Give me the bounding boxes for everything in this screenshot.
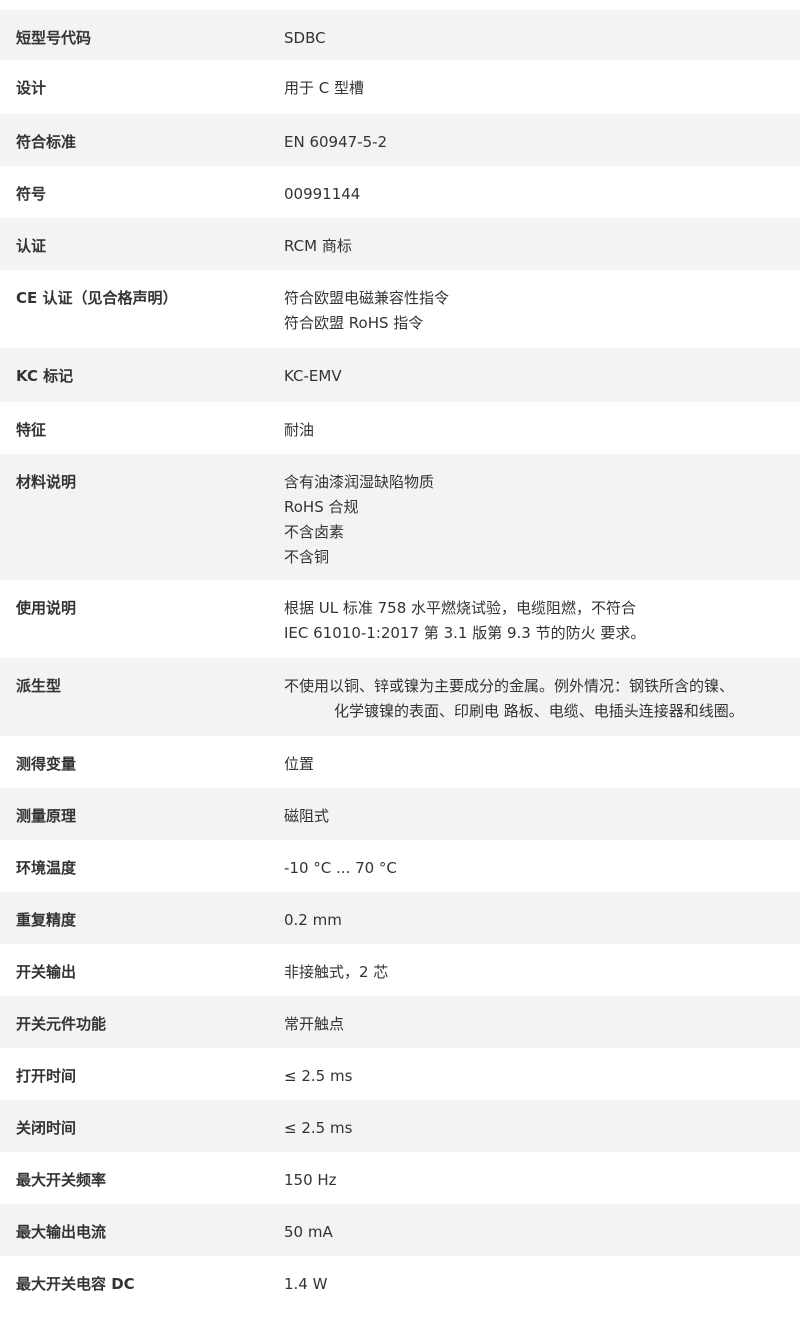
spec-value-line: 1.4 W (284, 1275, 328, 1293)
spec-value: 1.4 W (284, 1256, 800, 1297)
spec-label: 重复精度 (16, 911, 77, 929)
spec-value: KC-EMV (284, 348, 800, 389)
spec-value: RCM 商标 (284, 218, 800, 259)
spec-value-line: SDBC (284, 29, 326, 47)
spec-row: 短型号代码 SDBC (0, 10, 800, 60)
spec-label: 特征 (16, 421, 47, 439)
spec-value-line: RoHS 合规 (284, 498, 359, 516)
spec-value-line: ≤ 2.5 ms (284, 1119, 353, 1137)
spec-value: ≤ 2.5 ms (284, 1048, 800, 1089)
spec-row: 特征 耐油 (0, 402, 800, 454)
spec-value-line: 磁阻式 (284, 807, 330, 825)
spec-label: 认证 (16, 237, 47, 255)
spec-row: 材料说明 含有油漆润湿缺陷物质 RoHS 合规 不含卤素不含铜 (0, 454, 800, 580)
spec-label: 最大开关频率 (16, 1171, 107, 1189)
spec-value: 耐油 (284, 402, 800, 443)
spec-row: KC 标记 KC-EMV (0, 348, 800, 402)
spec-row: 使用说明 根据 UL 标准 758 水平燃烧试验，电缆阻燃，不符合 IEC 6101… (0, 580, 800, 658)
spec-label: 符合标准 (16, 133, 77, 151)
spec-value: 位置 (284, 736, 800, 777)
spec-row: 打开时间 ≤ 2.5 ms (0, 1048, 800, 1100)
spec-value-line: 不含卤素 (284, 523, 345, 541)
spec-label: 派生型 (16, 677, 62, 695)
spec-row: 最大输出电流 50 mA (0, 1204, 800, 1256)
spec-table: 短型号代码 SDBC 设计 用于 C 型槽符合标准 EN 60947-5-2 符号 0099… (0, 0, 800, 1308)
spec-value-line: 根据 UL 标准 758 水平燃烧试验，电缆阻燃，不符合 (284, 599, 637, 617)
spec-row: 派生型 不使用以铜、锌或镍为主要成分的金属。例外情况：钢铁所含的镍、化学镀镍的表面… (0, 658, 800, 736)
spec-row: 符合标准 EN 60947-5-2 (0, 114, 800, 166)
spec-value-line: 不使用以铜、锌或镍为主要成分的金属。例外情况：钢铁所含的镍、 (284, 677, 735, 695)
spec-value-line: 常开触点 (284, 1015, 345, 1033)
spec-label: 最大开关电容 DC (16, 1275, 135, 1293)
spec-value-line: 不含铜 (284, 548, 330, 566)
spec-value: 150 Hz (284, 1152, 800, 1193)
spec-label: 材料说明 (16, 473, 77, 491)
spec-value: 磁阻式 (284, 788, 800, 829)
spec-value-line: IEC 61010-1:2017 第 3.1 版第 9.3 节的防火 要求。 (284, 624, 646, 642)
spec-value-line: 用于 C 型槽 (284, 79, 365, 97)
spec-row: 认证 RCM 商标 (0, 218, 800, 270)
spec-value-line: ≤ 2.5 ms (284, 1067, 353, 1085)
spec-value: 用于 C 型槽 (284, 60, 800, 101)
spec-value-line: 50 mA (284, 1223, 333, 1241)
spec-label: 打开时间 (16, 1067, 77, 1085)
spec-value: 符合欧盟电磁兼容性指令 符合欧盟 RoHS 指令 (284, 270, 800, 336)
spec-value: SDBC (284, 10, 800, 51)
spec-row: 开关元件功能 常开触点 (0, 996, 800, 1048)
spec-value: ≤ 2.5 ms (284, 1100, 800, 1141)
spec-value-line: 位置 (284, 755, 315, 773)
spec-label: 环境温度 (16, 859, 77, 877)
spec-value: 含有油漆润湿缺陷物质 RoHS 合规 不含卤素不含铜 (284, 454, 800, 570)
spec-value-line: 耐油 (284, 421, 315, 439)
spec-row: 测得变量 位置 (0, 736, 800, 788)
spec-row: 设计 用于 C 型槽 (0, 60, 800, 114)
spec-label: CE 认证（见合格声明） (16, 289, 178, 307)
spec-value-line: EN 60947-5-2 (284, 133, 388, 151)
spec-label: 最大输出电流 (16, 1223, 107, 1241)
spec-row: 最大开关电容 DC 1.4 W (0, 1256, 800, 1308)
spec-value-line: RCM 商标 (284, 237, 352, 255)
spec-label: 设计 (16, 79, 47, 97)
spec-label: 开关元件功能 (16, 1015, 107, 1033)
spec-value-line: 150 Hz (284, 1171, 337, 1189)
spec-label: 测得变量 (16, 755, 77, 773)
spec-label: 开关输出 (16, 963, 77, 981)
spec-value-line: 化学镀镍的表面、印刷电 路板、电缆、电插头连接器和线圈。 (334, 702, 744, 720)
spec-value-line: 符合欧盟 RoHS 指令 (284, 314, 424, 332)
spec-value: 不使用以铜、锌或镍为主要成分的金属。例外情况：钢铁所含的镍、化学镀镍的表面、印刷… (284, 658, 800, 724)
spec-value-line: 含有油漆润湿缺陷物质 (284, 473, 435, 491)
spec-row: 关闭时间 ≤ 2.5 ms (0, 1100, 800, 1152)
spec-label: 测量原理 (16, 807, 77, 825)
spec-row: 测量原理 磁阻式 (0, 788, 800, 840)
spec-row: 符号 00991144 (0, 166, 800, 218)
spec-value-line: 00991144 (284, 185, 361, 203)
spec-row: 最大开关频率 150 Hz (0, 1152, 800, 1204)
spec-label: 关闭时间 (16, 1119, 77, 1137)
spec-value: 常开触点 (284, 996, 800, 1037)
spec-value: -10 °C ... 70 °C (284, 840, 800, 881)
spec-row: CE 认证（见合格声明） 符合欧盟电磁兼容性指令 符合欧盟 RoHS 指令 (0, 270, 800, 348)
spec-value-line: 0.2 mm (284, 911, 342, 929)
spec-label: 符号 (16, 185, 47, 203)
spec-value: 根据 UL 标准 758 水平燃烧试验，电缆阻燃，不符合 IEC 61010-1:… (284, 580, 800, 646)
spec-row: 环境温度 -10 °C ... 70 °C (0, 840, 800, 892)
spec-value-line: 符合欧盟电磁兼容性指令 (284, 289, 450, 307)
spec-label: KC 标记 (16, 367, 74, 385)
spec-value-line: 非接触式，2 芯 (284, 963, 389, 981)
spec-value: 00991144 (284, 166, 800, 207)
spec-value-line: KC-EMV (284, 367, 342, 385)
spec-value: EN 60947-5-2 (284, 114, 800, 155)
spec-value: 50 mA (284, 1204, 800, 1245)
spec-label: 使用说明 (16, 599, 77, 617)
spec-value: 非接触式，2 芯 (284, 944, 800, 985)
spec-row: 重复精度 0.2 mm (0, 892, 800, 944)
spec-value: 0.2 mm (284, 892, 800, 933)
spec-row: 开关输出 非接触式，2 芯 (0, 944, 800, 996)
spec-label: 短型号代码 (16, 29, 92, 47)
spec-value-line: -10 °C ... 70 °C (284, 859, 397, 877)
